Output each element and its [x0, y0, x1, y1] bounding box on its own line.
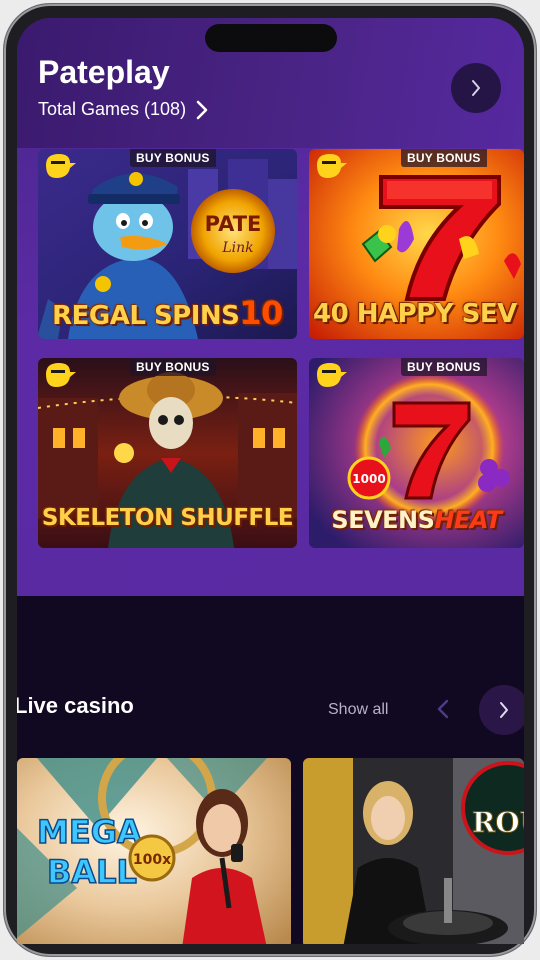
provider-title: Pateplay — [38, 54, 170, 90]
svg-text:Link: Link — [221, 240, 253, 256]
live-game-art: MEGA BALL 100x — [17, 758, 291, 944]
duck-logo-icon — [46, 363, 76, 387]
svg-text:MEGA: MEGA — [37, 813, 142, 851]
duck-logo-icon — [317, 363, 347, 387]
svg-text:100x: 100x — [133, 852, 171, 868]
buy-bonus-badge: BUY BONUS — [401, 358, 487, 376]
game-title: REGAL SPINS10 — [52, 294, 283, 332]
chevron-right-icon — [500, 702, 508, 718]
total-games-label: Total Games (108) — [38, 99, 187, 119]
game-tile-sevens-heat[interactable]: 1000 BUY BONUS SEVENSHEAT — [309, 358, 524, 548]
game-tile-skeleton-shuffle[interactable]: BUY BONUS SKELETON SHUFFLE — [38, 358, 297, 548]
svg-text:1000: 1000 — [352, 472, 385, 486]
buy-bonus-badge: BUY BONUS — [401, 149, 487, 167]
duck-logo-icon — [317, 154, 347, 178]
total-games-link[interactable]: Total Games (108) — [38, 99, 208, 120]
game-tile-40-happy-sevens[interactable]: BUY BONUS 40 HAPPY SEV — [309, 149, 524, 339]
provider-section: Pateplay Total Games (108) PATE Link BUY… — [17, 18, 524, 596]
buy-bonus-badge: BUY BONUS — [130, 149, 216, 167]
prev-live-button[interactable] — [429, 695, 457, 723]
game-tile-regal-spins[interactable]: PATE Link BUY BONUS REGAL SPINS10 — [38, 149, 297, 339]
live-game-art: ROU — [303, 758, 524, 944]
show-all-link[interactable]: Show all — [328, 701, 388, 719]
duck-logo-icon — [46, 154, 76, 178]
buy-bonus-badge: BUY BONUS — [130, 358, 216, 376]
next-provider-button[interactable] — [451, 63, 501, 113]
game-title: SEVENSHEAT — [331, 506, 502, 534]
live-game-mega-ball[interactable]: MEGA BALL 100x — [17, 758, 291, 944]
next-live-button[interactable] — [479, 685, 524, 735]
game-title: SKELETON SHUFFLE — [41, 505, 294, 531]
svg-text:ROU: ROU — [472, 806, 524, 839]
chevron-left-icon — [437, 699, 449, 719]
camera-notch — [205, 24, 337, 52]
chevron-right-icon — [196, 100, 208, 119]
svg-text:PATE: PATE — [205, 212, 262, 236]
live-game-roulette[interactable]: ROU — [303, 758, 524, 944]
svg-text:BALL: BALL — [47, 853, 137, 891]
chevron-right-icon — [472, 80, 480, 96]
app-screen: Pateplay Total Games (108) PATE Link BUY… — [17, 18, 524, 944]
game-title: 40 HAPPY SEV — [313, 299, 517, 329]
live-casino-title: Live casino — [17, 693, 134, 718]
